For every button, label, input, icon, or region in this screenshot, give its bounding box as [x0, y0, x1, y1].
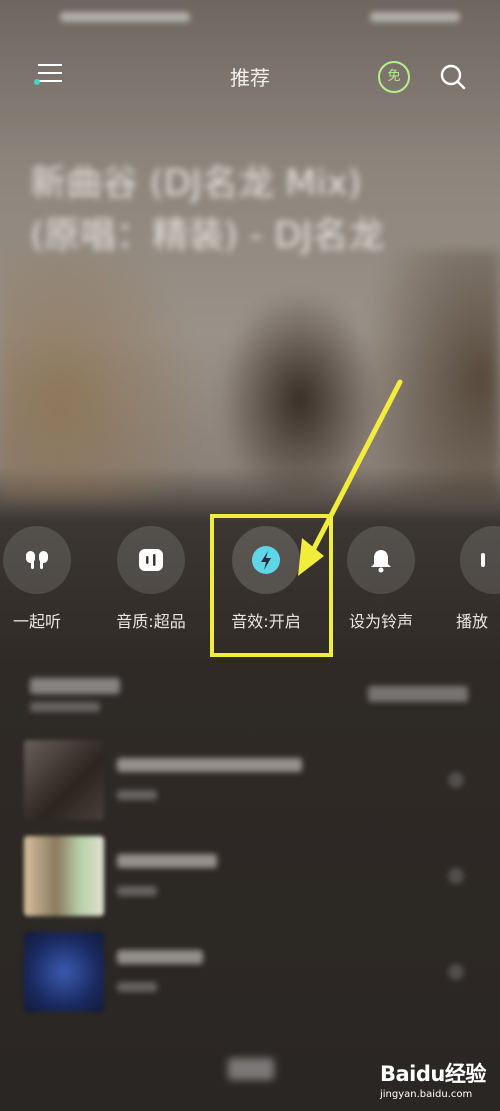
- action-label-audio-quality: 音质:超品: [116, 612, 186, 631]
- list-item-title-placeholder: [117, 950, 203, 964]
- playlist-header-subtitle-placeholder: [30, 702, 100, 712]
- listen-together-button[interactable]: 一起听: [0, 526, 82, 632]
- more-icon[interactable]: [448, 772, 464, 788]
- song-title-line-1: 新曲谷 (DJ名龙 Mix): [30, 163, 362, 204]
- audio-quality-button[interactable]: 音质:超品: [106, 526, 196, 632]
- status-bar-left: [60, 12, 190, 22]
- status-bar: [40, 8, 460, 28]
- search-icon[interactable]: [438, 62, 468, 92]
- list-item[interactable]: [24, 836, 480, 918]
- bottom-bar-placeholder[interactable]: [228, 1058, 274, 1080]
- top-bar: 推荐 免: [0, 50, 500, 100]
- list-item-title-placeholder: [117, 854, 217, 868]
- baidu-jingyan-watermark: Baidu经验 jingyan.baidu.com: [380, 1058, 495, 1108]
- song-title-line-2: (原唱：精装) - DJ名龙: [30, 215, 385, 256]
- earbuds-icon: [26, 551, 48, 569]
- action-label-listen-together: 一起听: [12, 612, 61, 631]
- play-icon: [481, 553, 485, 567]
- more-icon[interactable]: [448, 868, 464, 884]
- audio-quality-icon: [139, 549, 163, 571]
- blurred-album-art: [0, 250, 500, 500]
- list-item-subtitle-placeholder: [117, 886, 157, 896]
- list-item-subtitle-placeholder: [117, 982, 157, 992]
- annotation-highlight-box: [210, 514, 333, 657]
- page-title: 推荐: [230, 66, 270, 90]
- playlist-header-action-placeholder[interactable]: [368, 686, 468, 702]
- playlist-header-title-placeholder: [30, 678, 120, 694]
- action-label-play: 播放: [456, 612, 489, 631]
- more-icon[interactable]: [448, 964, 464, 980]
- list-item-subtitle-placeholder: [117, 790, 157, 800]
- watermark-domain: jingyan.baidu.com: [380, 1089, 473, 1100]
- watermark-logo: Baidu经验: [380, 1062, 486, 1086]
- album-cover: [24, 932, 104, 1012]
- vip-badge[interactable]: 免: [378, 61, 410, 93]
- album-cover: [24, 836, 104, 916]
- playlist-header: [22, 672, 478, 722]
- play-action-button[interactable]: 播放: [450, 526, 500, 632]
- action-label-set-ringtone: 设为铃声: [348, 612, 413, 631]
- status-bar-right: [370, 12, 460, 22]
- list-item[interactable]: [24, 932, 480, 1014]
- song-title: 新曲谷 (DJ名龙 Mix) (原唱：精装) - DJ名龙: [30, 158, 470, 262]
- list-item-title-placeholder: [117, 758, 302, 772]
- list-item[interactable]: [24, 740, 480, 822]
- album-cover: [24, 740, 104, 820]
